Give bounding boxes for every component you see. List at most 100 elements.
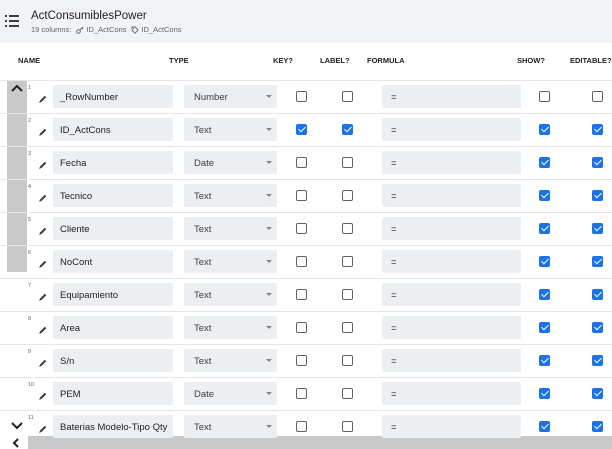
column-type-select[interactable]: Date: [184, 151, 277, 174]
table-row: 4 Tecnico Text =: [0, 179, 612, 212]
label-checkbox[interactable]: [342, 190, 353, 201]
show-checkbox[interactable]: [539, 91, 550, 102]
column-type-select[interactable]: Text: [184, 415, 277, 438]
column-name-field[interactable]: _RowNumber: [53, 85, 173, 108]
formula-field[interactable]: =: [382, 349, 521, 372]
editable-checkbox[interactable]: [592, 157, 603, 168]
column-name-field[interactable]: Tecnico: [53, 184, 173, 207]
pencil-icon[interactable]: [38, 388, 48, 400]
formula-field[interactable]: =: [382, 316, 521, 339]
key-checkbox[interactable]: [296, 190, 307, 201]
formula-field[interactable]: =: [382, 217, 521, 240]
editable-checkbox[interactable]: [592, 322, 603, 333]
formula-field[interactable]: =: [382, 415, 521, 438]
column-type-select[interactable]: Text: [184, 316, 277, 339]
key-checkbox[interactable]: [296, 157, 307, 168]
col-header-editable: EDITABLE?: [570, 56, 612, 65]
label-checkbox[interactable]: [342, 157, 353, 168]
label-checkbox[interactable]: [342, 256, 353, 267]
column-name-field[interactable]: Cliente: [53, 217, 173, 240]
column-type-select[interactable]: Text: [184, 250, 277, 273]
show-checkbox[interactable]: [539, 421, 550, 432]
column-type-select[interactable]: Date: [184, 382, 277, 405]
row-number: 4: [28, 184, 32, 190]
editable-checkbox[interactable]: [592, 223, 603, 234]
label-checkbox[interactable]: [342, 124, 353, 135]
key-checkbox[interactable]: [296, 91, 307, 102]
editable-checkbox[interactable]: [592, 355, 603, 366]
column-name-field[interactable]: Equipamiento: [53, 283, 173, 306]
column-name-field[interactable]: Fecha: [53, 151, 173, 174]
show-checkbox[interactable]: [539, 190, 550, 201]
column-type-select[interactable]: Text: [184, 349, 277, 372]
editable-checkbox[interactable]: [592, 190, 603, 201]
pencil-icon[interactable]: [38, 322, 48, 334]
pencil-icon[interactable]: [38, 124, 48, 136]
show-checkbox[interactable]: [539, 322, 550, 333]
key-checkbox[interactable]: [296, 223, 307, 234]
show-checkbox[interactable]: [539, 223, 550, 234]
pencil-icon[interactable]: [38, 157, 48, 169]
column-name-field[interactable]: S/n: [53, 349, 173, 372]
column-type-select[interactable]: Number: [184, 85, 277, 108]
show-checkbox[interactable]: [539, 256, 550, 267]
list-menu-icon[interactable]: [5, 15, 19, 27]
column-name-field[interactable]: Baterias Modelo-Tipo Qty: [53, 415, 173, 438]
show-checkbox[interactable]: [539, 388, 550, 399]
formula-field[interactable]: =: [382, 283, 521, 306]
row-number: 1: [28, 85, 32, 91]
column-type-select[interactable]: Text: [184, 283, 277, 306]
formula-field[interactable]: =: [382, 184, 521, 207]
row-number: 2: [28, 118, 32, 124]
show-checkbox[interactable]: [539, 289, 550, 300]
editable-checkbox[interactable]: [592, 91, 603, 102]
editable-checkbox[interactable]: [592, 124, 603, 135]
label-checkbox[interactable]: [342, 421, 353, 432]
pencil-icon[interactable]: [38, 421, 48, 433]
formula-field[interactable]: =: [382, 151, 521, 174]
formula-field[interactable]: =: [382, 85, 521, 108]
pencil-icon[interactable]: [38, 355, 48, 367]
editable-checkbox[interactable]: [592, 388, 603, 399]
column-name-field[interactable]: Area: [53, 316, 173, 339]
pencil-icon[interactable]: [38, 91, 48, 103]
editable-checkbox[interactable]: [592, 256, 603, 267]
column-name-field[interactable]: NoCont: [53, 250, 173, 273]
label-checkbox[interactable]: [342, 388, 353, 399]
show-checkbox[interactable]: [539, 157, 550, 168]
label-checkbox[interactable]: [342, 91, 353, 102]
key-checkbox[interactable]: [296, 289, 307, 300]
column-type-value: Text: [194, 290, 212, 301]
key-checkbox[interactable]: [296, 322, 307, 333]
column-type-select[interactable]: Text: [184, 118, 277, 141]
label-checkbox[interactable]: [342, 355, 353, 366]
key-checkbox[interactable]: [296, 388, 307, 399]
formula-field[interactable]: =: [382, 118, 521, 141]
column-type-select[interactable]: Text: [184, 184, 277, 207]
key-checkbox[interactable]: [296, 256, 307, 267]
table-row: 10 PEM Date =: [0, 377, 612, 410]
pencil-icon[interactable]: [38, 289, 48, 301]
pencil-icon[interactable]: [38, 190, 48, 202]
key-checkbox[interactable]: [296, 355, 307, 366]
column-type-select[interactable]: Text: [184, 217, 277, 240]
show-checkbox[interactable]: [539, 124, 550, 135]
column-name-field[interactable]: ID_ActCons: [53, 118, 173, 141]
column-type-value: Date: [194, 389, 215, 400]
editable-checkbox[interactable]: [592, 289, 603, 300]
editable-checkbox[interactable]: [592, 421, 603, 432]
col-header-formula: FORMULA: [367, 56, 405, 65]
column-name-field[interactable]: PEM: [53, 382, 173, 405]
formula-field[interactable]: =: [382, 382, 521, 405]
label-checkbox[interactable]: [342, 223, 353, 234]
show-checkbox[interactable]: [539, 355, 550, 366]
column-type-value: Text: [194, 191, 212, 202]
dropdown-caret-icon: [266, 293, 272, 296]
formula-field[interactable]: =: [382, 250, 521, 273]
label-checkbox[interactable]: [342, 289, 353, 300]
label-checkbox[interactable]: [342, 322, 353, 333]
pencil-icon[interactable]: [38, 256, 48, 268]
key-checkbox[interactable]: [296, 124, 307, 135]
key-checkbox[interactable]: [296, 421, 307, 432]
pencil-icon[interactable]: [38, 223, 48, 235]
